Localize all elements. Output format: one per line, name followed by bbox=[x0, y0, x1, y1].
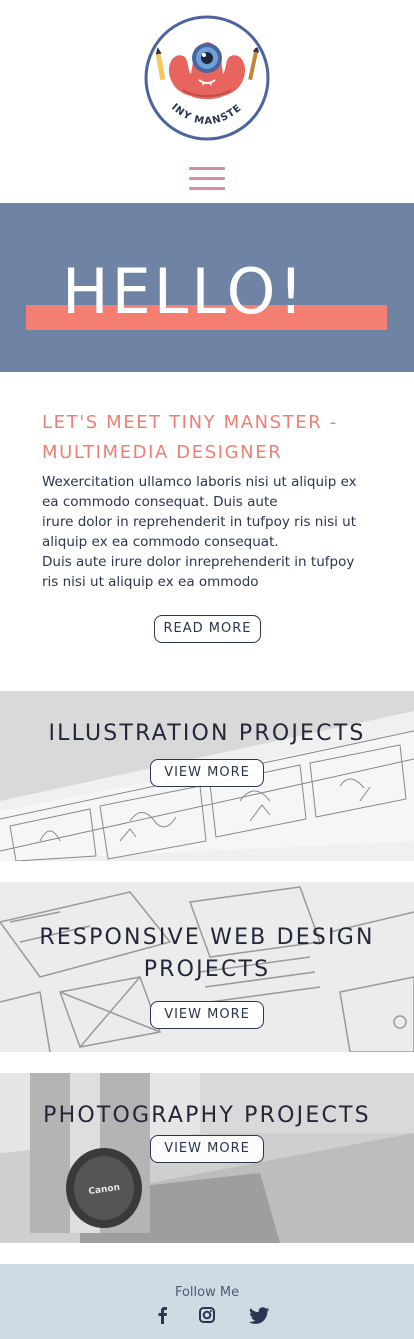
intro-heading-line: LET'S MEET TINY MANSTER - bbox=[42, 412, 338, 433]
menu-bar bbox=[189, 167, 225, 170]
menu-bar bbox=[189, 177, 225, 180]
instagram-icon[interactable] bbox=[196, 1305, 218, 1325]
intro-heading-line: MULTIMEDIA DESIGNER bbox=[42, 442, 283, 463]
site-header: TINY MANSTER bbox=[0, 0, 414, 203]
intro-body: Wexercitation ullamco laboris nisi ut al… bbox=[42, 472, 372, 592]
facebook-icon[interactable] bbox=[152, 1305, 174, 1325]
intro-paragraph: Duis aute irure dolor inreprehenderit in… bbox=[42, 554, 355, 590]
web-design-projects-title: RESPONSIVE WEB DESIGN PROJECTS bbox=[0, 922, 414, 986]
photography-projects-panel[interactable]: Canon PHOTOGRAPHY PROJECTS VIEW MORE bbox=[0, 1073, 414, 1243]
web-design-view-more-button[interactable]: VIEW MORE bbox=[150, 1001, 264, 1029]
illustration-projects-title: ILLUSTRATION PROJECTS bbox=[48, 721, 366, 746]
twitter-icon[interactable] bbox=[248, 1305, 270, 1325]
photography-view-more-button[interactable]: VIEW MORE bbox=[150, 1135, 264, 1163]
web-design-projects-panel[interactable]: RESPONSIVE WEB DESIGN PROJECTS VIEW MORE bbox=[0, 882, 414, 1052]
menu-bar bbox=[189, 187, 225, 190]
illustration-view-more-button[interactable]: VIEW MORE bbox=[150, 759, 264, 787]
intro-paragraph: irure dolor in reprehenderit in tufpoy r… bbox=[42, 514, 357, 550]
illustration-projects-panel[interactable]: ILLUSTRATION PROJECTS VIEW MORE bbox=[0, 691, 414, 861]
hero-title: HELLO! bbox=[62, 255, 307, 328]
intro-heading: LET'S MEET TINY MANSTER - MULTIMEDIA DES… bbox=[42, 408, 382, 468]
photography-projects-title: PHOTOGRAPHY PROJECTS bbox=[43, 1103, 371, 1128]
hamburger-menu-icon[interactable] bbox=[187, 165, 227, 193]
title-line: RESPONSIVE WEB DESIGN bbox=[39, 925, 375, 950]
site-footer: Follow Me bbox=[0, 1264, 414, 1339]
intro-paragraph: Wexercitation ullamco laboris nisi ut al… bbox=[42, 474, 357, 510]
title-line: PROJECTS bbox=[143, 957, 271, 982]
follow-me-label: Follow Me bbox=[174, 1285, 240, 1300]
read-more-button[interactable]: READ MORE bbox=[154, 615, 261, 643]
hero-banner: HELLO! bbox=[0, 203, 414, 372]
tiny-manster-logo[interactable]: TINY MANSTER bbox=[143, 14, 271, 142]
